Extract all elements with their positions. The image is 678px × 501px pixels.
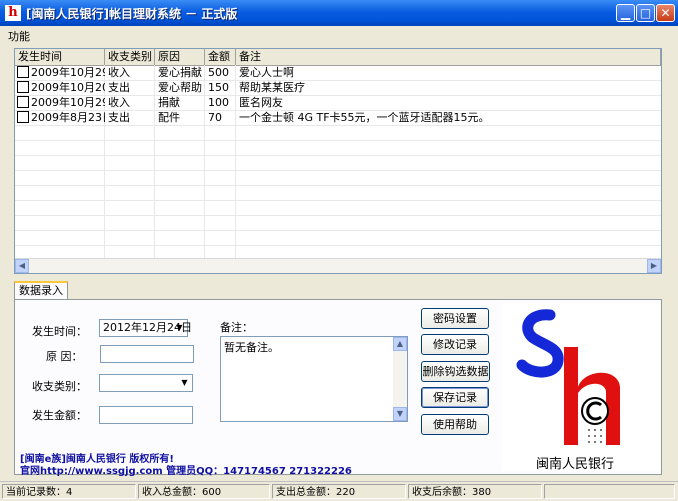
status-empty-panel [544, 484, 675, 499]
row-checkbox[interactable] [17, 111, 29, 123]
app-icon: h [5, 5, 21, 21]
type-select[interactable]: ▼ [99, 374, 193, 392]
table-row[interactable]: 2009年10月20日 支出 爱心帮助 150 帮助某某医疗 [15, 80, 661, 95]
tab-data-entry[interactable]: 数据录入 [14, 281, 68, 300]
scroll-right-icon[interactable]: ▶ [647, 259, 661, 273]
password-settings-button[interactable]: 密码设置 [421, 308, 489, 329]
chevron-down-icon[interactable]: ▼ [178, 376, 191, 390]
grid-line [15, 245, 661, 246]
table-row[interactable]: 2009年10月29日 收入 捐献 100 匿名网友 [15, 95, 661, 110]
grid-line [15, 125, 661, 126]
table-row[interactable]: 2009年10月29日 收入 爱心捐献 500 爱心人士啊 [15, 65, 661, 80]
type-label: 收支类别： [32, 380, 87, 393]
status-expense-total: 支出总金额：220 [272, 484, 406, 499]
scroll-up-icon[interactable]: ▲ [393, 337, 407, 351]
title-bar[interactable]: h [闽南人民银行]帐目理财系统 － 正式版 ▁ □ ✕ [0, 0, 678, 26]
menu-function[interactable]: 功能 [8, 28, 30, 44]
close-button[interactable]: ✕ [656, 4, 675, 22]
grid-line [15, 200, 661, 201]
status-income-total: 收入总金额：600 [138, 484, 270, 499]
status-balance: 收支后余额：380 [408, 484, 542, 499]
row-checkbox[interactable] [17, 81, 29, 93]
scroll-left-icon[interactable]: ◀ [15, 259, 29, 273]
records-table[interactable]: 发生时间 收支类别 原因 金额 备注 2009年10月29日 收入 爱心捐献 5… [14, 48, 662, 274]
logo-graphic [516, 309, 620, 445]
column-header-reason[interactable]: 原因 [155, 49, 205, 65]
reason-label: 原 因： [46, 350, 83, 363]
grid-line [15, 170, 661, 171]
grid-line [15, 215, 661, 216]
table-header: 发生时间 收支类别 原因 金额 备注 [15, 49, 661, 66]
help-button[interactable]: 使用帮助 [421, 414, 489, 435]
column-header-amount[interactable]: 金额 [205, 49, 236, 65]
table-row[interactable]: 2009年8月23日 支出 配件 70 一个金士顿 4G TF卡55元，一个蓝牙… [15, 110, 661, 125]
scroll-down-icon[interactable]: ▼ [393, 407, 407, 421]
maximize-button[interactable]: □ [636, 4, 655, 22]
status-record-count: 当前记录数：4 [2, 484, 136, 499]
row-checkbox[interactable] [17, 66, 29, 78]
amount-input[interactable] [99, 406, 193, 424]
column-header-type[interactable]: 收支类别 [105, 49, 155, 65]
menu-bar: 功能 [0, 26, 678, 44]
note-textarea[interactable]: 暂无备注。 ▲ ▼ [220, 336, 408, 422]
edit-record-button[interactable]: 修改记录 [421, 334, 489, 355]
grid-line [15, 185, 661, 186]
horizontal-scrollbar[interactable]: ◀ ▶ [15, 258, 661, 273]
reason-input[interactable] [100, 345, 194, 363]
amount-label: 发生金额： [32, 409, 87, 422]
row-checkbox[interactable] [17, 96, 29, 108]
status-bar: 当前记录数：4 收入总金额：600 支出总金额：220 收支后余额：380 [0, 481, 678, 501]
column-header-date[interactable]: 发生时间 [15, 49, 105, 65]
date-picker[interactable]: 2012年12月24日 ▼ [99, 319, 192, 337]
chevron-down-icon[interactable]: ▼ [173, 321, 186, 335]
logo-caption: 闽南人民银行 [536, 457, 615, 472]
save-record-button[interactable]: 保存记录 [421, 387, 489, 408]
delete-checked-button[interactable]: 删除钩选数据 [421, 361, 490, 382]
minimize-button[interactable]: ▁ [616, 4, 635, 22]
grid-line [15, 140, 661, 141]
note-label: 备注： [220, 321, 253, 334]
bank-logo: 闽南人民银行 [502, 303, 660, 472]
grid-line [15, 230, 661, 231]
contact-text: 官网http://www.ssgjg.com 管理员QQ：147174567 2… [20, 466, 352, 477]
column-header-note[interactable]: 备注 [236, 49, 661, 65]
vertical-scrollbar[interactable]: ▲ ▼ [393, 337, 407, 421]
date-label: 发生时间： [32, 325, 87, 338]
grid-line [15, 155, 661, 156]
window-title: [闽南人民银行]帐目理财系统 － 正式版 [26, 7, 238, 21]
